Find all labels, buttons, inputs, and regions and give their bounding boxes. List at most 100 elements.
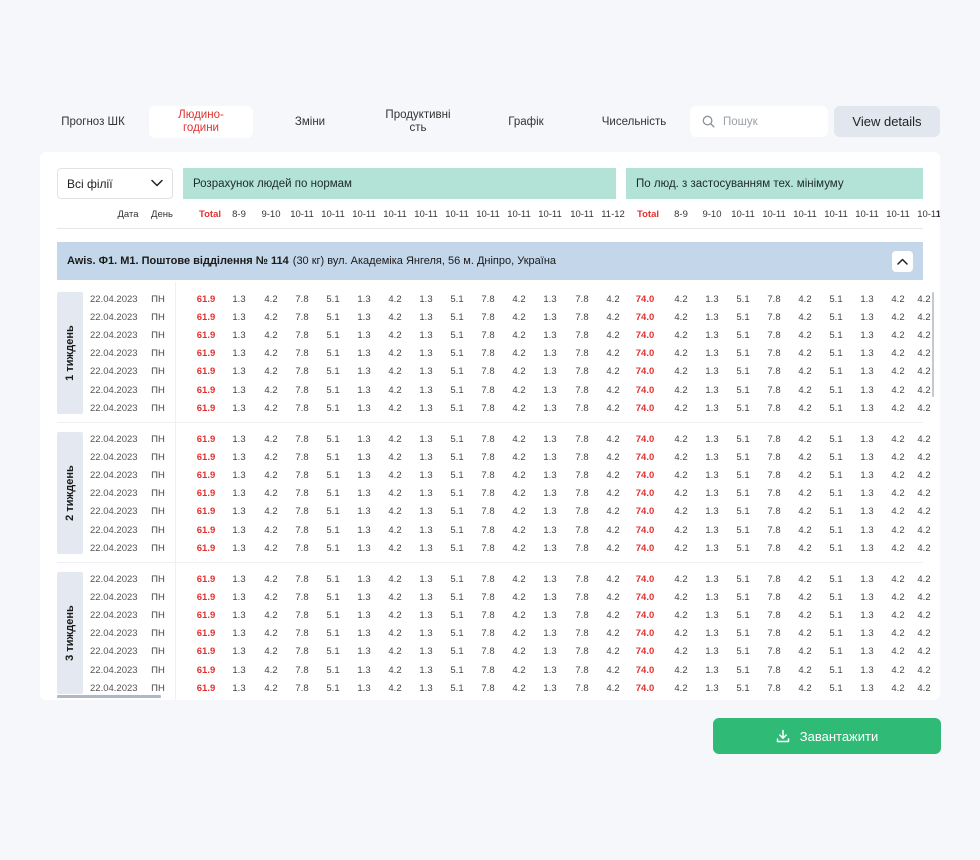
row-day: ПН bbox=[151, 542, 165, 554]
row-value: 4.2 bbox=[264, 506, 278, 518]
collapse-button[interactable] bbox=[892, 251, 913, 272]
row-value-tech: 4.2 bbox=[798, 434, 812, 445]
column-header-total: Total bbox=[199, 209, 221, 220]
tab-bar: Прогноз ШК Людино- години Зміни Продукти… bbox=[40, 106, 940, 138]
row-value-tech: 1.3 bbox=[860, 682, 874, 694]
branch-filter-select[interactable]: Всі філії bbox=[57, 168, 173, 199]
group-header-tech-minimum: По люд. з застосуванням тех. мінімуму bbox=[626, 168, 923, 199]
row-value: 4.2 bbox=[264, 402, 278, 414]
row-value-tech: 4.2 bbox=[674, 542, 688, 554]
row-value: 4.2 bbox=[264, 524, 278, 536]
row-value-tech: 4.2 bbox=[798, 524, 812, 536]
row-value: 4.2 bbox=[512, 434, 526, 445]
row-value: 1.3 bbox=[543, 402, 557, 414]
row-value-tech: 4.2 bbox=[917, 646, 931, 658]
row-value: 1.3 bbox=[419, 610, 433, 622]
row-value: 4.2 bbox=[388, 488, 402, 500]
row-value: 4.2 bbox=[606, 434, 620, 445]
row-total: 61.9 bbox=[196, 628, 216, 640]
row-value: 7.8 bbox=[481, 646, 495, 658]
view-details-button[interactable]: View details bbox=[834, 106, 940, 137]
search-input[interactable] bbox=[723, 115, 823, 128]
row-value: 7.8 bbox=[481, 294, 495, 305]
row-value: 5.1 bbox=[450, 488, 464, 500]
row-value: 5.1 bbox=[450, 330, 464, 342]
row-value: 4.2 bbox=[606, 488, 620, 500]
row-value: 5.1 bbox=[326, 574, 340, 585]
row-value-tech: 1.3 bbox=[860, 348, 874, 360]
row-value: 4.2 bbox=[512, 470, 526, 482]
man-hours-table-card: Всі філії Розрахунок людей по нормам По … bbox=[40, 152, 940, 700]
row-value: 5.1 bbox=[326, 524, 340, 536]
vertical-scrollbar[interactable] bbox=[932, 292, 934, 397]
row-value: 7.8 bbox=[575, 470, 589, 482]
row-value-tech: 4.2 bbox=[798, 348, 812, 360]
row-value: 1.3 bbox=[357, 542, 371, 554]
row-value: 7.8 bbox=[575, 646, 589, 658]
row-value: 4.2 bbox=[388, 330, 402, 342]
row-value: 5.1 bbox=[450, 682, 464, 694]
row-value-tech: 4.2 bbox=[917, 470, 931, 482]
row-value: 1.3 bbox=[232, 312, 246, 324]
row-value-tech: 4.2 bbox=[674, 506, 688, 518]
tab-headcount[interactable]: Чисельність bbox=[580, 106, 688, 138]
row-value: 4.2 bbox=[388, 312, 402, 324]
row-value-tech: 4.2 bbox=[674, 434, 688, 445]
row-value: 5.1 bbox=[450, 542, 464, 554]
search-box[interactable] bbox=[690, 106, 828, 137]
row-value-tech: 7.8 bbox=[767, 628, 781, 640]
row-value: 7.8 bbox=[575, 402, 589, 414]
row-value: 1.3 bbox=[357, 506, 371, 518]
row-value-tech: 1.3 bbox=[705, 574, 719, 585]
row-value-tech: 5.1 bbox=[829, 506, 843, 518]
row-value: 5.1 bbox=[450, 434, 464, 445]
row-value-tech: 1.3 bbox=[860, 592, 874, 604]
row-value: 4.2 bbox=[388, 452, 402, 464]
row-value: 5.1 bbox=[326, 506, 340, 518]
row-value: 4.2 bbox=[512, 542, 526, 554]
row-value-tech: 1.3 bbox=[860, 542, 874, 554]
row-value: 7.8 bbox=[575, 384, 589, 396]
tab-schedule[interactable]: Графік bbox=[474, 106, 578, 138]
row-date: 22.04.2023 bbox=[90, 488, 138, 500]
row-total-tech: 74.0 bbox=[635, 294, 655, 305]
tab-shifts[interactable]: Зміни bbox=[258, 106, 362, 138]
row-value-tech: 4.2 bbox=[917, 402, 931, 414]
row-value: 7.8 bbox=[295, 402, 309, 414]
row-value: 1.3 bbox=[419, 506, 433, 518]
row-value-tech: 1.3 bbox=[860, 330, 874, 342]
row-day: ПН bbox=[151, 470, 165, 482]
horizontal-scrollbar[interactable] bbox=[57, 695, 161, 698]
row-date: 22.04.2023 bbox=[90, 452, 138, 464]
row-value-tech: 1.3 bbox=[860, 434, 874, 445]
row-value: 5.1 bbox=[326, 402, 340, 414]
row-value-tech: 4.2 bbox=[891, 470, 905, 482]
download-button[interactable]: Завантажити bbox=[713, 718, 941, 754]
row-value: 7.8 bbox=[481, 610, 495, 622]
row-value-tech: 1.3 bbox=[705, 610, 719, 622]
row-value-tech: 4.2 bbox=[674, 294, 688, 305]
row-value: 5.1 bbox=[326, 312, 340, 324]
row-value: 1.3 bbox=[543, 330, 557, 342]
row-value-tech: 4.2 bbox=[917, 488, 931, 500]
column-header-slot: 9-10 bbox=[261, 209, 281, 220]
row-value-tech: 4.2 bbox=[674, 524, 688, 536]
tab-man-hours[interactable]: Людино- години bbox=[149, 106, 253, 138]
row-day: ПН bbox=[151, 506, 165, 518]
row-total: 61.9 bbox=[196, 574, 216, 585]
row-value: 7.8 bbox=[481, 592, 495, 604]
row-value: 1.3 bbox=[419, 682, 433, 694]
row-value: 1.3 bbox=[543, 452, 557, 464]
row-value: 7.8 bbox=[295, 488, 309, 500]
download-label: Завантажити bbox=[799, 728, 879, 744]
tab-productivity[interactable]: Продуктивні сть bbox=[366, 106, 470, 138]
row-value-tech: 4.2 bbox=[674, 610, 688, 622]
row-value: 1.3 bbox=[419, 384, 433, 396]
row-value: 7.8 bbox=[575, 312, 589, 324]
row-total: 61.9 bbox=[196, 348, 216, 360]
tab-barcode-forecast[interactable]: Прогноз ШК bbox=[40, 106, 146, 138]
row-value: 4.2 bbox=[512, 330, 526, 342]
row-value-tech: 4.2 bbox=[891, 506, 905, 518]
row-value-tech: 1.3 bbox=[705, 312, 719, 324]
branch-row[interactable]: Awis. Ф1. М1. Поштове відділення № 114 (… bbox=[57, 242, 923, 280]
